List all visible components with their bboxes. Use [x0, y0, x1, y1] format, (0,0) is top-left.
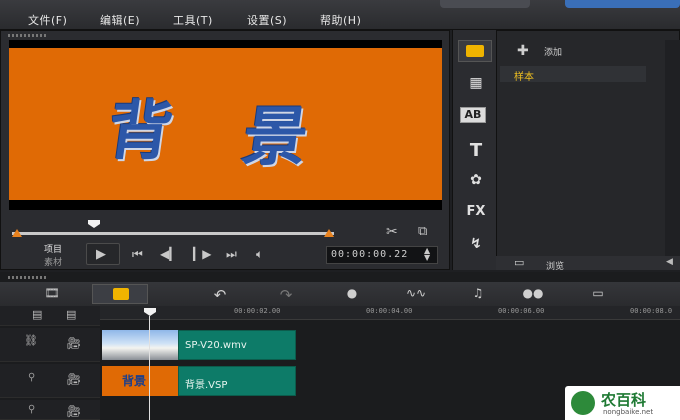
- menu-tools[interactable]: 工具(T): [173, 12, 213, 28]
- scissors-icon[interactable]: ✂: [386, 224, 398, 240]
- track-link-icon[interactable]: ⛓: [24, 334, 38, 347]
- timecode-display[interactable]: 00:00:00.22: [326, 246, 438, 264]
- ruler-tick: 00:00:04.00: [366, 307, 413, 315]
- ruler-tick: 00:00:02.00: [234, 307, 281, 315]
- sound-mixer-icon[interactable]: ∿∿: [404, 286, 428, 302]
- timeline-view-icon: [113, 288, 129, 300]
- timeline-view-button[interactable]: [92, 284, 148, 304]
- library-item-sample[interactable]: 样本: [500, 66, 646, 83]
- clip-thumb-text: 背景: [122, 374, 147, 388]
- storyboard-view-icon[interactable]: 🎞︎: [40, 286, 64, 302]
- overlay-track-header: ⚲ 🎥︎: [0, 364, 100, 398]
- media-tool-button[interactable]: [458, 40, 492, 62]
- auto-music-icon[interactable]: ♫: [466, 286, 490, 302]
- play-icon: ▶: [96, 247, 106, 262]
- letterbox-bottom: [9, 200, 442, 210]
- mode-clip-label[interactable]: 素材: [44, 255, 62, 268]
- filter-fx-icon[interactable]: FX: [460, 204, 492, 224]
- add-icon[interactable]: ✚: [517, 43, 529, 59]
- library-scrollbar[interactable]: [665, 40, 680, 258]
- video-track-icon[interactable]: 🎥︎: [66, 336, 81, 350]
- go-end-icon[interactable]: ⏭: [226, 247, 237, 262]
- preview-screen: 背 景: [9, 48, 442, 200]
- leaf-icon: [571, 391, 595, 415]
- title-icon[interactable]: T: [460, 140, 492, 161]
- media-icon: [466, 45, 484, 57]
- undo-icon[interactable]: ↶: [210, 286, 230, 304]
- menu-help[interactable]: 帮助(H): [320, 12, 361, 28]
- clip-thumbnail-overlay: 背景: [102, 366, 178, 396]
- preview-char-2: 景: [237, 100, 313, 175]
- watermark-text: 农百科: [601, 391, 647, 409]
- scrub-bar[interactable]: [12, 232, 334, 235]
- clip-label: SP-V20.wmv: [185, 340, 247, 351]
- timecode-stepper-icon[interactable]: ▲ ▼: [424, 247, 430, 262]
- timeline-grip[interactable]: [8, 276, 48, 279]
- watermark-logo: 农百科 nongbaike.net: [565, 386, 680, 420]
- clip-thumbnail-video: [102, 330, 178, 360]
- menu-settings[interactable]: 设置(S): [247, 12, 287, 28]
- browse-label[interactable]: 浏览: [546, 259, 564, 272]
- title-track-header: ⚲ 🎥︎: [0, 400, 100, 420]
- video-track-header: ⛓ 🎥︎: [0, 328, 100, 362]
- browse-icon[interactable]: ▭: [514, 256, 524, 269]
- menu-edit[interactable]: 编辑(E): [100, 12, 140, 28]
- track-manager-icon[interactable]: ▤: [32, 308, 42, 321]
- go-start-icon[interactable]: ⏮: [132, 247, 143, 262]
- scroll-left-icon[interactable]: ◀: [666, 257, 673, 267]
- clip-video[interactable]: SP-V20.wmv: [178, 330, 296, 360]
- ruler-tick: 00:00:06.00: [498, 307, 545, 315]
- menu-file[interactable]: 文件(F): [28, 12, 67, 28]
- trim-end-marker[interactable]: [324, 229, 334, 237]
- redo-icon[interactable]: ↷: [276, 286, 296, 304]
- play-button[interactable]: ▶: [86, 243, 120, 265]
- add-label[interactable]: 添加: [544, 45, 562, 58]
- volume-icon[interactable]: 🔈︎: [256, 247, 263, 262]
- timeline-playhead-line: [149, 316, 150, 420]
- timecode-value: 00:00:00.22: [331, 249, 409, 260]
- next-frame-icon[interactable]: ▎▶: [193, 247, 211, 261]
- graphics-icon[interactable]: ✿: [460, 172, 492, 192]
- mode-project-label[interactable]: 项目: [44, 242, 62, 255]
- library-item-label: 样本: [514, 72, 534, 83]
- letterbox-top: [9, 40, 442, 48]
- tab-share[interactable]: [440, 0, 530, 8]
- panel-grip[interactable]: [8, 34, 48, 37]
- overlay-track-icon[interactable]: 🎥︎: [66, 372, 81, 386]
- ruler-tick: 00:00:08.0: [630, 307, 673, 315]
- chapter-icon[interactable]: ▤: [66, 308, 76, 321]
- subtitle-editor-icon[interactable]: ▭: [586, 286, 610, 302]
- trim-start-marker[interactable]: [12, 229, 22, 237]
- title-track-icon[interactable]: 🎥︎: [66, 404, 81, 418]
- watermark-url: nongbaike.net: [603, 408, 654, 416]
- tab-edit[interactable]: [565, 0, 680, 8]
- motion-tracking-icon[interactable]: ●●: [518, 286, 548, 302]
- track-header-tools: ▤ ▤: [0, 306, 100, 326]
- transition-icon[interactable]: AB: [460, 107, 486, 123]
- track-lock-icon[interactable]: ⚲: [28, 372, 35, 383]
- instant-project-icon[interactable]: ▦: [460, 75, 492, 95]
- track-lock-icon-2[interactable]: ⚲: [28, 404, 35, 415]
- prev-frame-icon[interactable]: ◀▎: [160, 247, 178, 261]
- path-icon[interactable]: ↯: [460, 236, 492, 256]
- clip-overlay[interactable]: 背景.VSP: [178, 366, 296, 396]
- preview-char-1: 背: [102, 94, 178, 169]
- record-capture-icon[interactable]: ●: [340, 286, 364, 302]
- enlarge-icon[interactable]: ⧉: [418, 224, 427, 239]
- clip-label: 背景.VSP: [185, 380, 228, 391]
